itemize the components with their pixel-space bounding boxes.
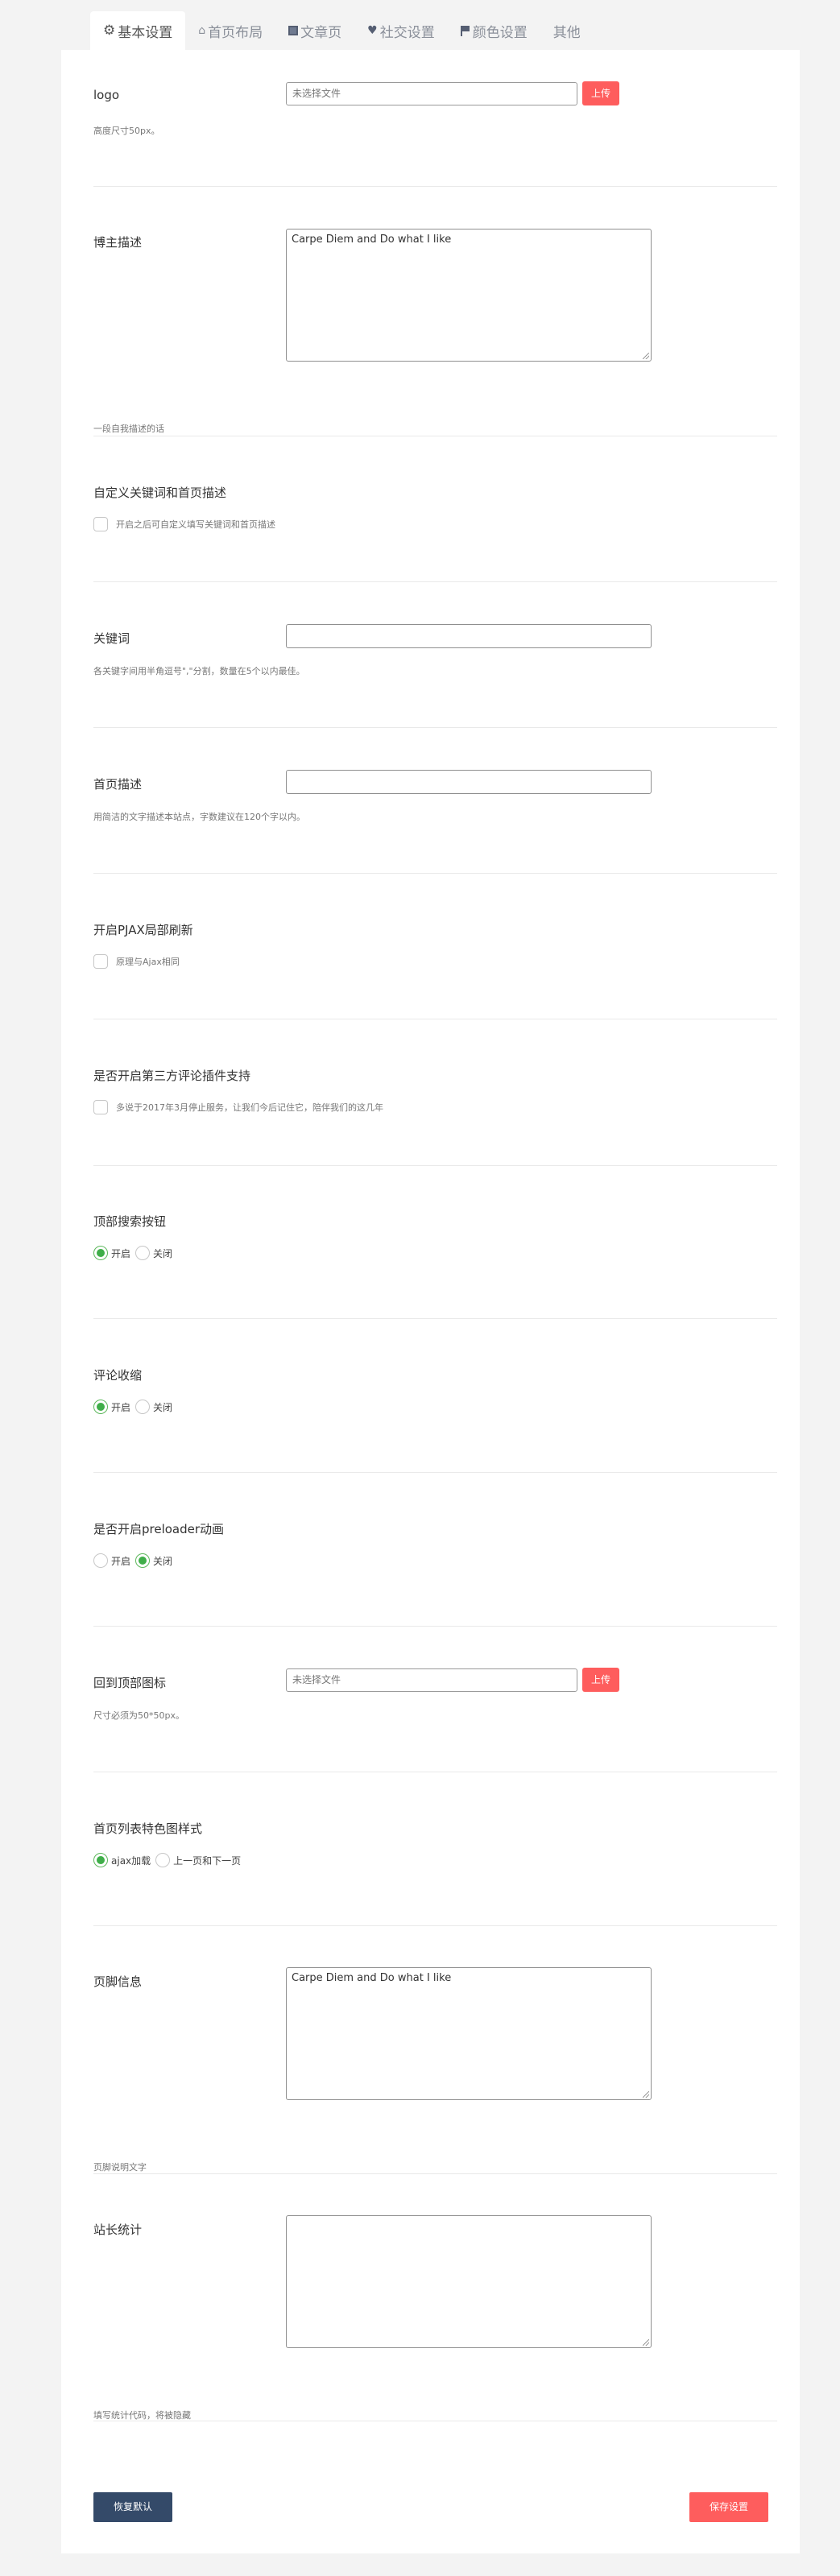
footer-info-textarea[interactable]: Carpe Diem and Do what I like [286,1967,652,2100]
tab-home-layout-label: 首页布局 [208,24,263,41]
section-back-top-icon: 回到顶部图标 未选择文件 上传 尺寸必须为50*50px。 [93,1627,777,1772]
tab-article-label: 文章页 [300,24,342,41]
section-pjax: 开启PJAX局部刷新 原理与Ajax相同 [93,874,777,1019]
tab-colors[interactable]: 颜色设置 [448,11,540,50]
restore-default-button[interactable]: 恢复默认 [93,2492,172,2522]
third-comment-checkbox-row[interactable]: 多说于2017年3月停止服务，让我们今后记住它，陪伴我们的这几年 [93,1100,383,1114]
footer-info-value: Carpe Diem and Do what I like [292,1972,452,1984]
back-top-file-input[interactable]: 未选择文件 [286,1668,577,1692]
comment-collapse-option-on: 开启 [111,1401,131,1413]
third-comment-checkbox[interactable] [93,1100,108,1114]
section-comment-collapse: 评论收缩 开启 关闭 [93,1319,777,1473]
heart-icon: ♥ [367,24,378,37]
preloader-option-off: 关闭 [153,1555,173,1567]
third-comment-checkbox-label: 多说于2017年3月停止服务，让我们今后记住它，陪伴我们的这几年 [116,1102,383,1113]
save-settings-button[interactable]: 保存设置 [689,2492,768,2522]
preloader-radio-on[interactable] [93,1553,108,1568]
section-keywords: 关键词 各关键字间用半角逗号","分割，数量在5个以内最佳。 [93,582,777,728]
top-search-radio-on[interactable] [93,1246,108,1260]
stats-textarea[interactable] [286,2215,652,2348]
list-style-label: 首页列表特色图样式 [93,1821,203,1836]
section-custom-keywords: 自定义关键词和首页描述 开启之后可自定义填写关键词和首页描述 [93,436,777,582]
logo-upload-button[interactable]: 上传 [582,81,619,105]
tab-basic-label: 基本设置 [118,24,173,41]
stats-desc: 填写统计代码，将被隐藏 [93,2410,191,2421]
preloader-radio-off[interactable] [135,1553,151,1568]
home-icon: ⌂ [198,24,206,37]
gear-icon: ⚙ [103,23,116,39]
logo-desc: 高度尺寸50px。 [93,126,160,136]
pjax-label: 开启PJAX局部刷新 [93,923,193,937]
home-desc-label: 首页描述 [93,777,143,792]
section-logo: logo 未选择文件 上传 高度尺寸50px。 [93,50,777,187]
home-desc-input[interactable] [286,770,652,794]
list-style-option-pager: 上一页和下一页 [173,1854,242,1867]
blogger-desc-label: 博主描述 [93,235,143,250]
comment-collapse-radio-group: 开启 关闭 [93,1400,177,1414]
section-blogger-desc: 博主描述 Carpe Diem and Do what I like 一段自我描… [93,187,777,436]
pjax-checkbox[interactable] [93,954,108,969]
preloader-label: 是否开启preloader动画 [93,1522,225,1536]
comment-collapse-label: 评论收缩 [93,1368,143,1383]
tab-basic[interactable]: ⚙ 基本设置 [90,11,186,50]
preloader-option-on: 开启 [111,1555,131,1567]
custom-keywords-checkbox[interactable] [93,517,108,531]
section-home-desc: 首页描述 用简洁的文字描述本站点，字数建议在120个字以内。 [93,728,777,874]
custom-keywords-checkbox-label: 开启之后可自定义填写关键词和首页描述 [116,519,275,530]
blogger-desc-value: Carpe Diem and Do what I like [292,234,452,246]
list-style-radio-ajax[interactable] [93,1853,108,1867]
stats-label: 站长统计 [93,2222,143,2237]
keywords-input[interactable] [286,624,652,648]
top-search-radio-group: 开启 关闭 [93,1246,177,1260]
footer-info-desc: 页脚说明文字 [93,2162,147,2173]
logo-file-input[interactable]: 未选择文件 [286,82,577,105]
tab-home-layout[interactable]: ⌂ 首页布局 [185,11,275,50]
logo-label: logo [93,88,120,102]
footer-info-label: 页脚信息 [93,1974,143,1989]
resize-handle-icon[interactable] [643,2339,649,2346]
section-preloader: 是否开启preloader动画 开启 关闭 [93,1473,777,1627]
tab-other[interactable]: 其他 [540,11,594,50]
comment-collapse-radio-off[interactable] [135,1400,151,1414]
back-top-icon-label: 回到顶部图标 [93,1676,167,1690]
comment-collapse-radio-on[interactable] [93,1400,108,1414]
article-icon [288,26,299,35]
section-footer-info: 页脚信息 Carpe Diem and Do what I like 页脚说明文… [93,1926,777,2174]
pjax-checkbox-label: 原理与Ajax相同 [116,957,180,967]
preloader-radio-group: 开启 关闭 [93,1553,177,1568]
section-top-search: 顶部搜索按钮 开启 关闭 [93,1166,777,1319]
keywords-label: 关键词 [93,631,130,646]
pjax-checkbox-row[interactable]: 原理与Ajax相同 [93,954,180,969]
tab-colors-label: 颜色设置 [472,24,528,41]
list-style-radio-group: ajax加载 上一页和下一页 [93,1853,246,1867]
list-style-radio-pager[interactable] [155,1853,171,1867]
tab-social-label: 社交设置 [379,24,435,41]
third-comment-label: 是否开启第三方评论插件支持 [93,1069,251,1083]
list-style-option-ajax: ajax加载 [111,1854,151,1867]
settings-panel: logo 未选择文件 上传 高度尺寸50px。 博主描述 Carpe Diem … [61,50,800,2553]
tab-article[interactable]: 文章页 [275,11,354,50]
resize-handle-icon[interactable] [643,2091,649,2098]
back-top-upload-button[interactable]: 上传 [582,1668,619,1692]
settings-tabs: ⚙ 基本设置 ⌂ 首页布局 文章页 ♥ 社交设置 颜色设置 其他 [90,11,594,50]
section-third-comment: 是否开启第三方评论插件支持 多说于2017年3月停止服务，让我们今后记住它，陪伴… [93,1019,777,1166]
custom-keywords-checkbox-row[interactable]: 开启之后可自定义填写关键词和首页描述 [93,517,275,531]
flag-icon [460,25,470,36]
blogger-desc-textarea[interactable]: Carpe Diem and Do what I like [286,229,652,362]
top-search-label: 顶部搜索按钮 [93,1214,167,1229]
section-stats: 站长统计 填写统计代码，将被隐藏 [93,2174,777,2421]
tab-social[interactable]: ♥ 社交设置 [354,11,448,50]
top-search-option-off: 关闭 [153,1247,173,1259]
custom-keywords-label: 自定义关键词和首页描述 [93,486,227,500]
tab-other-label: 其他 [552,24,581,41]
resize-handle-icon[interactable] [643,353,649,359]
comment-collapse-option-off: 关闭 [153,1401,173,1413]
top-search-option-on: 开启 [111,1247,131,1259]
section-list-style: 首页列表特色图样式 ajax加载 上一页和下一页 [93,1772,777,1926]
back-top-icon-desc: 尺寸必须为50*50px。 [93,1710,184,1721]
home-desc-help: 用简洁的文字描述本站点，字数建议在120个字以内。 [93,812,305,822]
keywords-desc: 各关键字间用半角逗号","分割，数量在5个以内最佳。 [93,666,305,676]
top-search-radio-off[interactable] [135,1246,151,1260]
blogger-desc-help: 一段自我描述的话 [93,424,164,434]
